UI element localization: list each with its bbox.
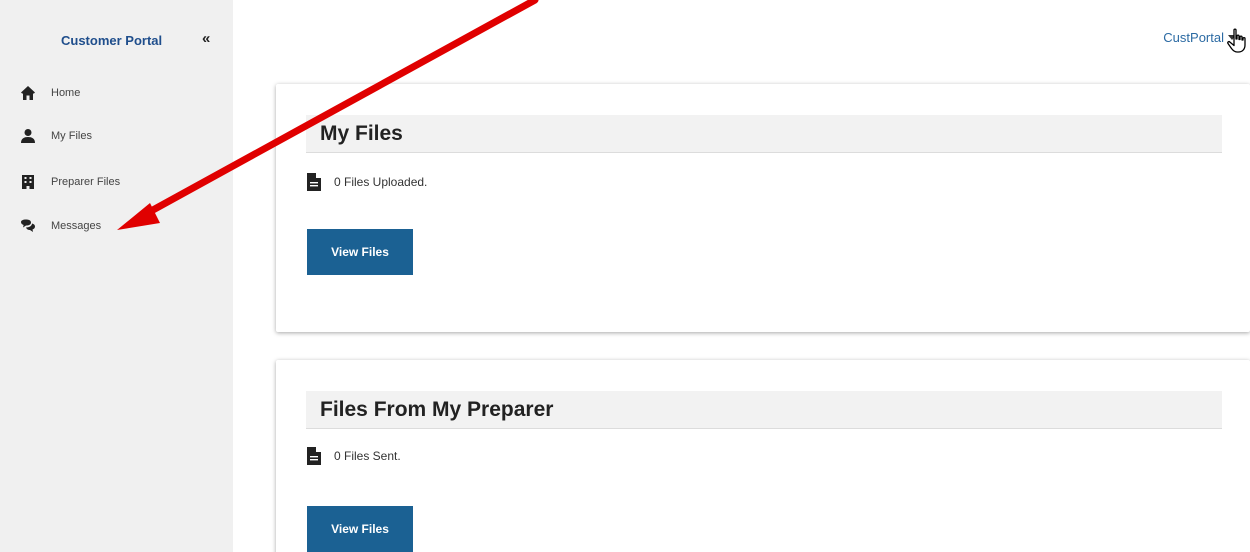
sidebar-item-label: Messages: [51, 220, 102, 232]
my-files-card: My Files 0 Files Uploaded. View Files: [276, 84, 1250, 332]
file-icon: [307, 447, 321, 465]
sidebar-item-label: Home: [51, 87, 81, 99]
files-status: 0 Files Uploaded.: [306, 172, 427, 192]
building-icon: [22, 175, 34, 189]
view-files-button[interactable]: View Files: [307, 229, 413, 275]
file-icon: [307, 173, 321, 191]
card-title: Files From My Preparer: [320, 397, 554, 421]
card-title: My Files: [320, 121, 403, 145]
sidebar-item-my-files[interactable]: My Files: [20, 125, 92, 147]
comments-icon: [21, 219, 35, 232]
sidebar-item-home[interactable]: Home: [20, 82, 80, 104]
sidebar-item-preparer-files[interactable]: Preparer Files: [20, 171, 120, 193]
files-status: 0 Files Sent.: [306, 446, 401, 466]
view-files-button[interactable]: View Files: [307, 506, 413, 552]
sidebar: Customer Portal « Home My Files Preparer…: [0, 0, 233, 552]
files-status-text: 0 Files Uploaded.: [334, 175, 428, 189]
card-header: Files From My Preparer: [306, 391, 1222, 429]
sidebar-item-label: My Files: [51, 130, 92, 142]
hand-cursor-icon: [1227, 28, 1246, 53]
sidebar-item-label: Preparer Files: [51, 176, 121, 188]
home-icon: [21, 86, 35, 100]
collapse-sidebar-button[interactable]: «: [202, 30, 210, 47]
user-name: CustPortal: [1163, 30, 1224, 45]
user-icon: [21, 129, 35, 143]
card-header: My Files: [306, 115, 1222, 153]
files-status-text: 0 Files Sent.: [334, 449, 401, 463]
brand-title: Customer Portal: [61, 33, 163, 48]
sidebar-item-messages[interactable]: Messages: [20, 215, 101, 237]
preparer-files-card: Files From My Preparer 0 Files Sent. Vie…: [276, 360, 1250, 552]
